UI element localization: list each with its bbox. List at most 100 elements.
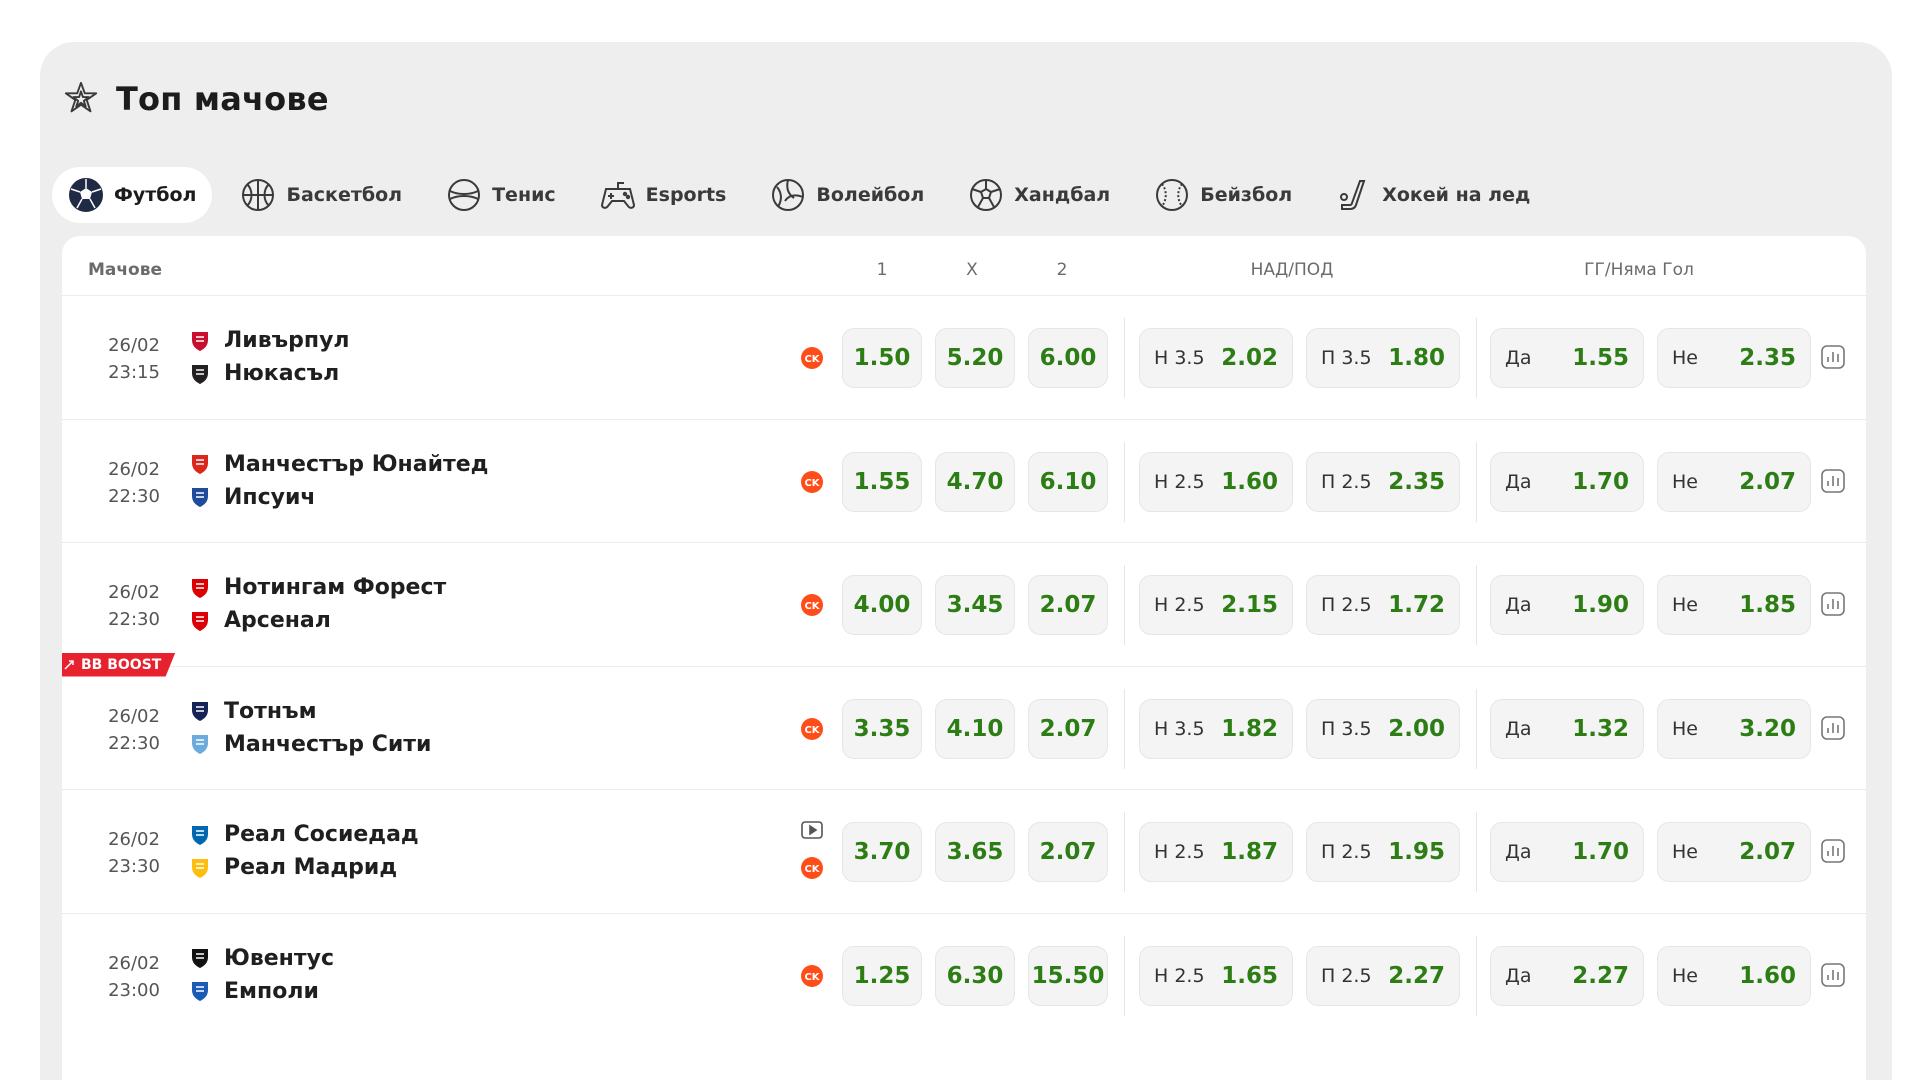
match-datetime: 26/02 22:30 <box>102 456 166 510</box>
odd-x-button[interactable]: 4.70 <box>935 451 1015 512</box>
under-button[interactable]: П 3.5 1.80 <box>1306 328 1460 388</box>
btts-no-button[interactable]: Не 1.60 <box>1657 945 1811 1006</box>
match-teams[interactable]: Тотнъм Манчестър Сити <box>188 695 431 761</box>
match-teams[interactable]: Ювентус Емполи <box>188 942 334 1008</box>
odd-2-button[interactable]: 15.50 <box>1028 945 1108 1006</box>
yes-label: Да <box>1505 717 1532 740</box>
tab-label: Esports <box>645 184 727 206</box>
odd-2-button[interactable]: 2.07 <box>1028 698 1108 759</box>
odd-x-button[interactable]: 3.45 <box>935 575 1015 635</box>
odd-value: 15.50 <box>1031 962 1105 989</box>
tennis-icon <box>448 179 481 211</box>
under-button[interactable]: П 2.5 1.95 <box>1306 822 1460 882</box>
under-button[interactable]: П 2.5 2.35 <box>1306 451 1460 512</box>
btts-yes-button[interactable]: Да 1.55 <box>1490 328 1644 388</box>
match-row[interactable]: 26/02 23:15 Ливърпул Нюкасъл CK 1.50 5.20 6.00 Н… <box>62 296 1866 420</box>
tab-esports[interactable]: Esports <box>584 167 743 223</box>
match-row[interactable]: 26/02 23:30 Реал Сосиедад Реал Мадрид CK 3.70… <box>62 790 1866 914</box>
match-teams[interactable]: Манчестър Юнайтед Ипсуич <box>188 448 488 514</box>
btts-yes-button[interactable]: Да 2.27 <box>1490 945 1644 1006</box>
yes-label: Да <box>1505 470 1532 493</box>
odd-2-button[interactable]: 6.10 <box>1028 451 1108 512</box>
match-date: 26/02 <box>108 705 160 727</box>
btts-no-button[interactable]: Не 3.20 <box>1657 698 1811 759</box>
tab-handball[interactable]: Хандбал <box>952 167 1126 223</box>
away-crest-icon <box>188 485 212 509</box>
odd-1-button[interactable]: 4.00 <box>842 575 922 635</box>
divider <box>1124 318 1125 398</box>
btts-no-button[interactable]: Не 2.07 <box>1657 822 1811 882</box>
tab-tennis[interactable]: Тенис <box>430 167 572 223</box>
odd-1-button[interactable]: 3.35 <box>842 698 922 759</box>
stats-icon[interactable] <box>1820 468 1846 494</box>
match-row[interactable]: 26/02 22:30 Нотингам Форест Арсенал CK 4.00 3.… <box>62 543 1866 667</box>
odd-1-button[interactable]: 1.25 <box>842 945 922 1006</box>
over-button[interactable]: Н 2.5 2.15 <box>1139 575 1293 635</box>
btts-yes-button[interactable]: Да 1.70 <box>1490 822 1644 882</box>
over-button[interactable]: Н 2.5 1.65 <box>1139 945 1293 1006</box>
match-row[interactable]: 26/02 23:00 Ювентус Емполи CK 1.25 6.30 15.50 Н … <box>62 914 1866 1038</box>
odd-2-button[interactable]: 6.00 <box>1028 328 1108 388</box>
odd-value: 1.32 <box>1572 715 1629 742</box>
svg-text:CK: CK <box>804 354 820 365</box>
sport-tabs: Футбол Баскетбол Тенис Esports Волейбол … <box>52 167 1558 223</box>
ck-icon: CK <box>800 346 824 370</box>
btts-yes-button[interactable]: Да 1.90 <box>1490 575 1644 635</box>
btts-no-button[interactable]: Не 1.85 <box>1657 575 1811 635</box>
tab-baseball[interactable]: Бейзбол <box>1138 167 1308 223</box>
svg-text:CK: CK <box>804 601 820 612</box>
over-button[interactable]: Н 3.5 2.02 <box>1139 328 1293 388</box>
stats-icon[interactable] <box>1820 344 1846 370</box>
odd-x-button[interactable]: 3.65 <box>935 822 1015 882</box>
odd-x-button[interactable]: 4.10 <box>935 698 1015 759</box>
stats-icon[interactable] <box>1820 591 1846 617</box>
stats-icon[interactable] <box>1820 962 1846 988</box>
odd-1-button[interactable]: 1.55 <box>842 451 922 512</box>
away-team-name: Нюкасъл <box>224 361 340 386</box>
match-list: 26/02 23:15 Ливърпул Нюкасъл CK 1.50 5.20 6.00 Н… <box>62 296 1866 1037</box>
match-row[interactable]: BB BOOST 26/02 22:30 Тотнъм Манчестър Сити CK… <box>62 652 1866 790</box>
odd-x-button[interactable]: 6.30 <box>935 945 1015 1006</box>
odd-1-button[interactable]: 3.70 <box>842 822 922 882</box>
away-crest-icon <box>188 362 212 386</box>
stats-icon[interactable] <box>1820 838 1846 864</box>
over-label: Н 2.5 <box>1154 594 1205 616</box>
odd-x-button[interactable]: 5.20 <box>935 328 1015 388</box>
btts-no-button[interactable]: Не 2.07 <box>1657 451 1811 512</box>
match-datetime: 26/02 22:30 <box>102 579 166 633</box>
match-row[interactable]: 26/02 22:30 Манчестър Юнайтед Ипсуич CK 1.55 4… <box>62 420 1866 543</box>
over-button[interactable]: Н 2.5 1.60 <box>1139 451 1293 512</box>
match-time: 23:00 <box>108 979 160 1001</box>
ck-icon: CK <box>800 593 824 617</box>
tab-volleyball[interactable]: Волейбол <box>754 167 940 223</box>
btts-yes-button[interactable]: Да 1.70 <box>1490 451 1644 512</box>
odd-2-button[interactable]: 2.07 <box>1028 822 1108 882</box>
under-button[interactable]: П 2.5 1.72 <box>1306 575 1460 635</box>
odd-2-button[interactable]: 2.07 <box>1028 575 1108 635</box>
over-label: Н 2.5 <box>1154 470 1205 493</box>
match-datetime: 26/02 23:15 <box>102 332 166 386</box>
ck-icon: CK <box>800 856 824 880</box>
over-button[interactable]: Н 2.5 1.87 <box>1139 822 1293 882</box>
svg-text:CK: CK <box>804 972 820 983</box>
odd-1-button[interactable]: 1.50 <box>842 328 922 388</box>
tab-hockey[interactable]: Хокей на лед <box>1320 167 1546 223</box>
tab-basketball[interactable]: Баскетбол <box>224 167 418 223</box>
tab-label: Хокей на лед <box>1382 184 1531 206</box>
match-teams[interactable]: Реал Сосиедад Реал Мадрид <box>188 818 419 884</box>
home-team: Ливърпул <box>188 324 350 357</box>
match-teams[interactable]: Нотингам Форест Арсенал <box>188 571 446 637</box>
btts-yes-button[interactable]: Да 1.32 <box>1490 698 1644 759</box>
btts-no-button[interactable]: Не 2.35 <box>1657 328 1811 388</box>
away-team: Манчестър Сити <box>188 728 431 761</box>
hockey-icon <box>1340 180 1366 210</box>
stats-icon[interactable] <box>1820 715 1846 741</box>
under-button[interactable]: П 3.5 2.00 <box>1306 698 1460 759</box>
match-teams[interactable]: Ливърпул Нюкасъл <box>188 324 350 390</box>
tab-football[interactable]: Футбол <box>52 167 213 223</box>
live-stream-icon[interactable] <box>800 820 824 840</box>
under-button[interactable]: П 2.5 2.27 <box>1306 945 1460 1006</box>
divider <box>1124 688 1125 769</box>
odd-value: 1.60 <box>1739 962 1796 989</box>
over-button[interactable]: Н 3.5 1.82 <box>1139 698 1293 759</box>
